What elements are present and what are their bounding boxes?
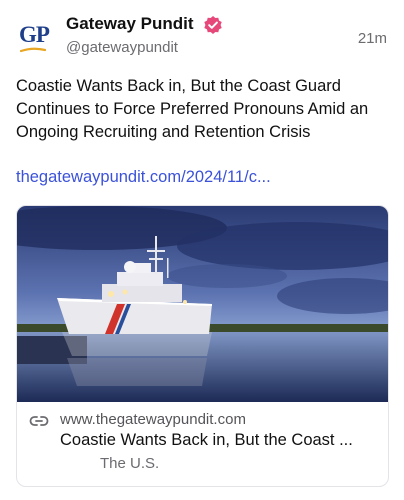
post-link[interactable]: thegatewaypundit.com/2024/11/c... bbox=[16, 168, 271, 187]
post-header: GP Gateway Pundit @gatewaypundit 21m bbox=[0, 0, 404, 70]
author-name[interactable]: Gateway Pundit bbox=[66, 14, 194, 34]
avatar[interactable]: GP bbox=[16, 16, 56, 60]
avatar-logo-text: GP bbox=[19, 22, 50, 47]
link-preview-card[interactable]: www.thegatewaypundit.com Coastie Wants B… bbox=[16, 205, 389, 487]
link-icon bbox=[29, 416, 49, 426]
logo-swoosh-icon bbox=[20, 47, 46, 53]
coast-guard-ship-image bbox=[17, 206, 388, 402]
link-description: The U.S. bbox=[100, 455, 160, 472]
link-domain: www.thegatewaypundit.com bbox=[60, 411, 246, 428]
post-body-text: Coastie Wants Back in, But the Coast Gua… bbox=[16, 77, 369, 141]
verified-badge-icon bbox=[204, 16, 222, 34]
link-title: Coastie Wants Back in, But the Coast ... bbox=[60, 431, 353, 449]
link-preview-meta[interactable]: www.thegatewaypundit.com Coastie Wants B… bbox=[17, 403, 388, 486]
post-timestamp[interactable]: 21m bbox=[358, 30, 387, 47]
author-handle[interactable]: @gatewaypundit bbox=[66, 39, 178, 56]
